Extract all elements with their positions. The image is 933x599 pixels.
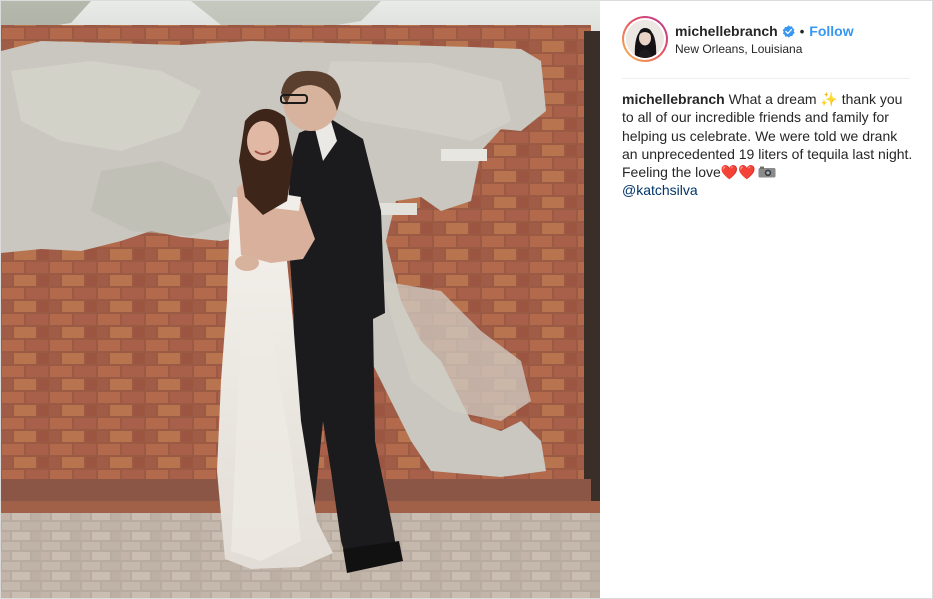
mention-link[interactable]: @katchsilva bbox=[622, 182, 698, 198]
separator-dot: • bbox=[799, 23, 805, 39]
post-header: michellebranch • Follow New Orleans, Lou… bbox=[622, 13, 910, 65]
name-row: michellebranch • Follow bbox=[675, 22, 854, 40]
avatar-image bbox=[626, 20, 664, 58]
sparkle-emoji: ✨ bbox=[820, 91, 838, 107]
camera-icon bbox=[758, 166, 776, 178]
caption-username-link[interactable]: michellebranch bbox=[622, 91, 725, 107]
wedding-photo-image bbox=[1, 1, 600, 598]
location-link[interactable]: New Orleans, Louisiana bbox=[675, 42, 854, 56]
caption-text-part1: What a dream bbox=[728, 91, 817, 107]
post-sidebar: michellebranch • Follow New Orleans, Lou… bbox=[600, 1, 932, 598]
verified-badge-icon bbox=[782, 24, 795, 38]
follow-button[interactable]: Follow bbox=[809, 23, 853, 39]
post-caption: michellebranch What a dream ✨ thank you … bbox=[622, 90, 914, 200]
instagram-post: michellebranch • Follow New Orleans, Lou… bbox=[0, 0, 933, 599]
username-link[interactable]: michellebranch bbox=[675, 23, 778, 39]
header-text: michellebranch • Follow New Orleans, Lou… bbox=[675, 22, 854, 56]
avatar[interactable] bbox=[624, 18, 666, 60]
hearts-emoji: ❤️❤️ bbox=[720, 164, 756, 181]
post-photo[interactable] bbox=[1, 1, 600, 598]
divider bbox=[622, 78, 910, 79]
story-ring[interactable] bbox=[622, 16, 668, 62]
